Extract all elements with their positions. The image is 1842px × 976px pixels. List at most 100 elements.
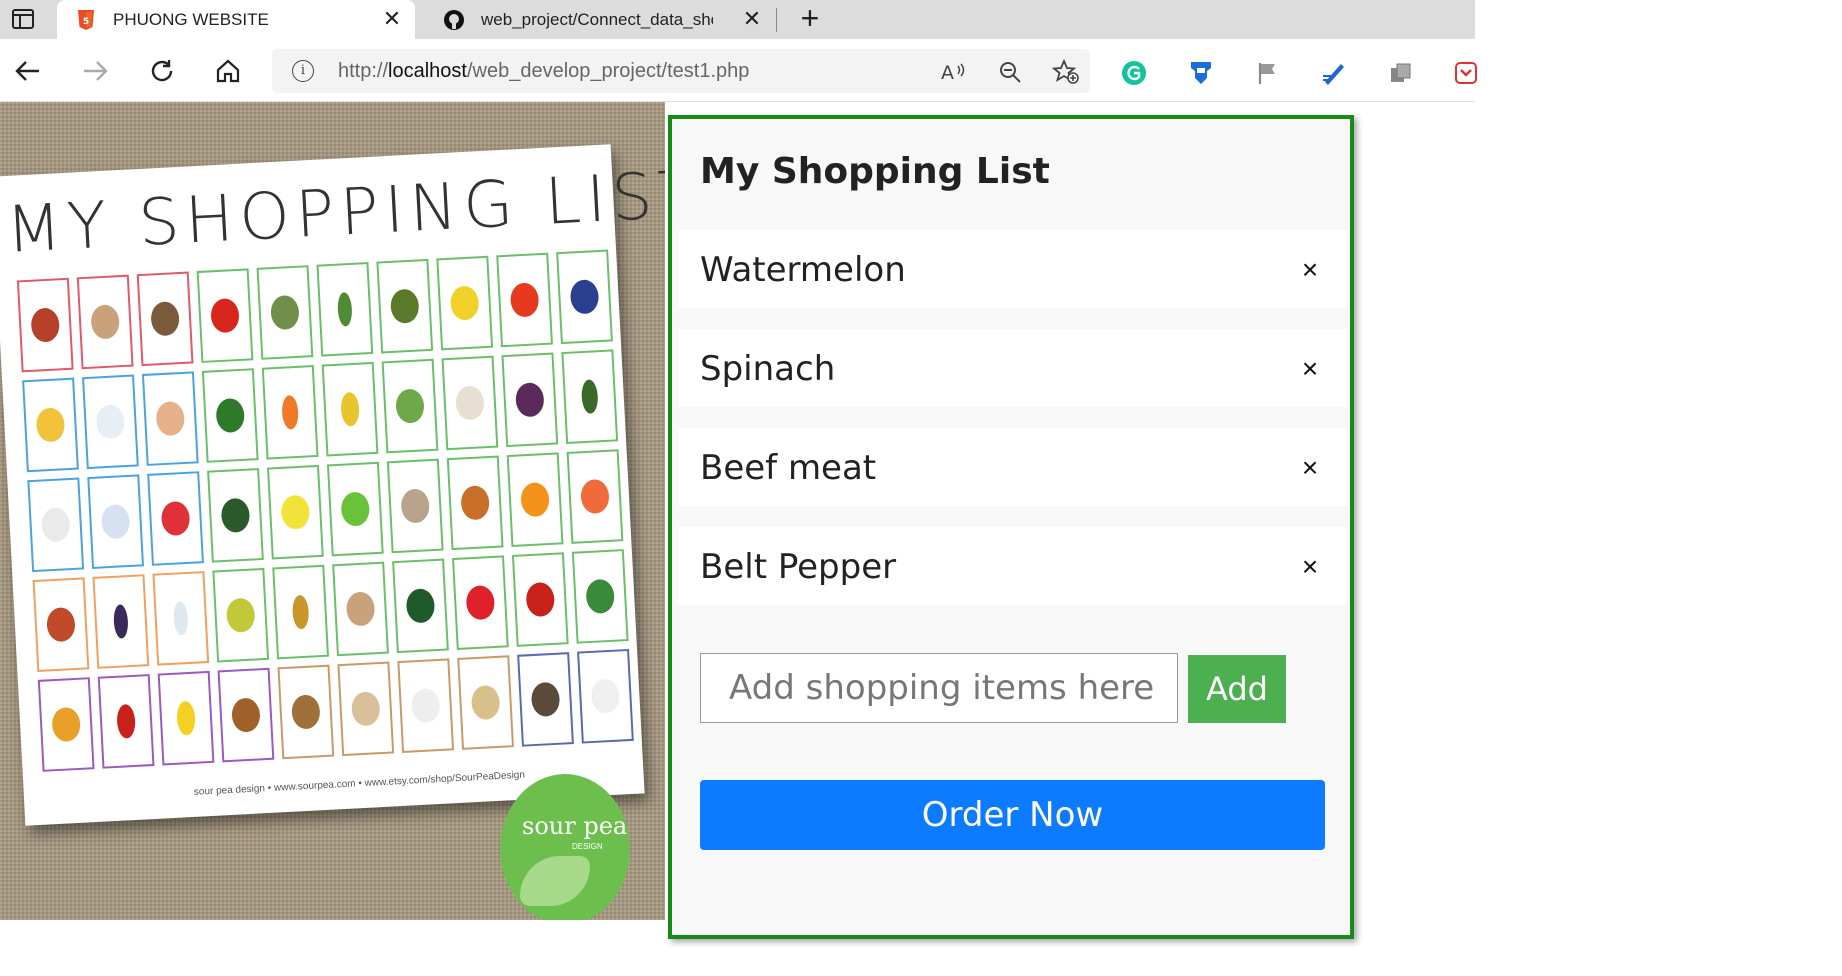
browser-toolbar: i http://localhost/web_develop_project/t… bbox=[0, 39, 1477, 102]
food-cell bbox=[517, 652, 574, 747]
list-item[interactable]: Beef meat × bbox=[678, 428, 1348, 506]
food-cell bbox=[381, 358, 439, 454]
food-cell bbox=[392, 558, 449, 654]
food-cell bbox=[496, 252, 553, 348]
url-prefix: http:// bbox=[338, 60, 389, 82]
food-cell bbox=[27, 477, 85, 573]
food-cell bbox=[261, 365, 319, 460]
food-cell bbox=[201, 368, 259, 463]
collections-icon[interactable] bbox=[1387, 59, 1415, 87]
sour-pea-logo: sour pea DESIGN bbox=[500, 774, 630, 920]
add-favorite-icon[interactable] bbox=[1052, 58, 1080, 86]
food-cell bbox=[571, 549, 629, 644]
remove-item-icon[interactable]: × bbox=[1298, 355, 1322, 383]
food-cell bbox=[157, 670, 215, 766]
food-cell bbox=[566, 449, 624, 544]
github-icon bbox=[443, 9, 465, 31]
logo-text: sour pea bbox=[522, 812, 628, 840]
new-tab-icon[interactable]: + bbox=[795, 2, 825, 34]
food-cell bbox=[337, 661, 395, 757]
food-cell bbox=[16, 277, 74, 373]
food-cell bbox=[267, 464, 324, 560]
close-tab-icon[interactable]: ✕ bbox=[379, 6, 405, 32]
food-cell bbox=[441, 355, 499, 451]
refresh-icon[interactable] bbox=[144, 53, 180, 89]
zoom-out-icon[interactable] bbox=[996, 58, 1024, 86]
forward-arrow-icon[interactable] bbox=[77, 53, 113, 89]
food-cell bbox=[152, 571, 210, 666]
food-cell bbox=[556, 249, 613, 345]
blank-area bbox=[1475, 0, 1842, 102]
food-cell bbox=[136, 271, 194, 367]
pen-extension-icon[interactable] bbox=[1320, 59, 1348, 87]
food-cell bbox=[141, 371, 199, 466]
order-now-button[interactable]: Order Now bbox=[700, 780, 1325, 850]
food-cell bbox=[321, 361, 379, 457]
food-cell bbox=[37, 677, 95, 772]
food-cell bbox=[561, 349, 619, 444]
grammarly-icon[interactable] bbox=[1120, 59, 1148, 87]
item-label: Watermelon bbox=[700, 250, 906, 290]
food-cell bbox=[577, 648, 634, 744]
food-cell bbox=[32, 577, 90, 672]
item-label: Spinach bbox=[700, 349, 836, 389]
tab-github[interactable]: web_project/Connect_data_shop ✕ bbox=[425, 0, 775, 39]
url-text[interactable]: http://localhost/web_develop_project/tes… bbox=[338, 60, 749, 83]
poster-sheet: MY SHOPPING LIST sour pea design • www.s… bbox=[0, 144, 665, 826]
list-item[interactable]: Belt Pepper × bbox=[678, 527, 1348, 605]
logo-subtext: DESIGN bbox=[572, 842, 603, 851]
list-item[interactable]: Spinach × bbox=[678, 329, 1348, 407]
food-cell bbox=[207, 468, 264, 563]
food-cell bbox=[332, 561, 389, 657]
panel-title: My Shopping List bbox=[700, 151, 1050, 192]
tab-title: web_project/Connect_data_shop bbox=[481, 9, 713, 29]
food-cell bbox=[217, 667, 275, 763]
item-label: Beef meat bbox=[700, 448, 877, 488]
remove-item-icon[interactable]: × bbox=[1298, 256, 1322, 284]
tab-title: PHUONG WEBSITE bbox=[113, 9, 269, 29]
food-cell bbox=[82, 374, 139, 470]
food-cell bbox=[256, 265, 314, 360]
remove-item-icon[interactable]: × bbox=[1298, 553, 1322, 581]
shield-extension-icon[interactable] bbox=[1187, 59, 1215, 87]
food-cell bbox=[147, 471, 204, 566]
svg-text:A: A bbox=[941, 62, 954, 83]
food-cell bbox=[87, 474, 145, 569]
screen: 5 PHUONG WEBSITE ✕ web_project/Connect_d… bbox=[0, 0, 1842, 976]
add-item-input[interactable] bbox=[700, 653, 1178, 723]
remove-item-icon[interactable]: × bbox=[1298, 454, 1322, 482]
food-cell bbox=[376, 258, 434, 354]
add-button[interactable]: Add bbox=[1188, 655, 1286, 723]
food-cell bbox=[196, 268, 254, 363]
food-cell bbox=[316, 262, 374, 357]
food-cell bbox=[326, 461, 384, 557]
tab-actions-icon[interactable] bbox=[12, 9, 34, 29]
shopping-list-panel: My Shopping List Watermelon × Spinach × … bbox=[668, 115, 1354, 939]
svg-text:5: 5 bbox=[83, 17, 89, 27]
flag-icon[interactable] bbox=[1254, 59, 1282, 87]
food-cell bbox=[386, 458, 444, 554]
food-cell bbox=[277, 664, 335, 760]
close-tab-icon[interactable]: ✕ bbox=[739, 6, 765, 32]
pea-leaf-icon bbox=[520, 856, 590, 906]
food-cell bbox=[212, 567, 270, 663]
food-cell bbox=[446, 455, 504, 551]
list-item[interactable]: Watermelon × bbox=[678, 230, 1348, 308]
food-cell bbox=[397, 658, 455, 753]
food-cell bbox=[97, 674, 155, 769]
read-aloud-icon[interactable]: A bbox=[940, 58, 968, 86]
address-bar[interactable]: i http://localhost/web_develop_project/t… bbox=[272, 49, 1090, 93]
food-cell bbox=[76, 274, 134, 370]
food-cell bbox=[92, 574, 150, 669]
tab-phuong-website[interactable]: 5 PHUONG WEBSITE ✕ bbox=[57, 0, 415, 39]
back-arrow-icon[interactable] bbox=[10, 53, 46, 89]
food-cell bbox=[511, 552, 569, 647]
site-info-icon[interactable]: i bbox=[292, 60, 314, 82]
item-label: Belt Pepper bbox=[700, 547, 897, 587]
food-cell bbox=[501, 352, 559, 448]
url-host: localhost bbox=[388, 60, 467, 82]
pocket-icon[interactable] bbox=[1452, 59, 1480, 87]
home-icon[interactable] bbox=[210, 53, 246, 89]
food-cell bbox=[436, 255, 494, 351]
food-cell bbox=[272, 564, 329, 660]
